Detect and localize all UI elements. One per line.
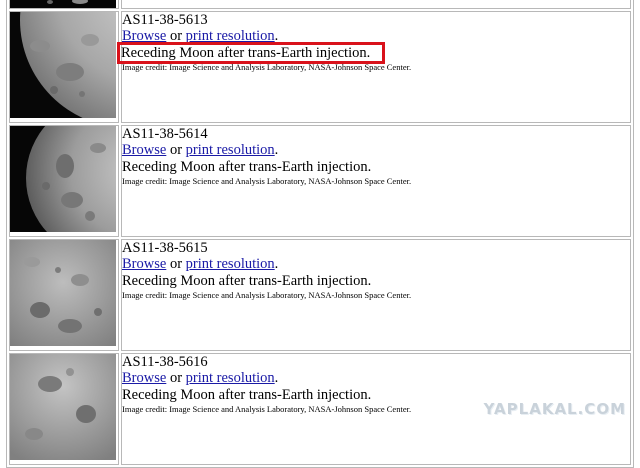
photo-caption: Receding Moon after trans-Earth injectio…	[122, 159, 372, 175]
moon-thumbnail[interactable]	[10, 0, 116, 8]
thumbnail-cell	[9, 11, 119, 123]
photo-caption-highlighted: Receding Moon after trans-Earth injectio…	[116, 42, 386, 64]
info-cell: AS11-38-5615 Browse or print resolution.…	[121, 239, 631, 351]
moon-thumbnail[interactable]	[10, 126, 116, 232]
thumbnail-cell	[9, 0, 119, 9]
browse-link[interactable]: Browse	[122, 28, 166, 44]
browse-link[interactable]: Browse	[122, 142, 166, 158]
period-text: .	[274, 256, 279, 272]
thumbnail-cell	[9, 125, 119, 237]
print-resolution-link[interactable]: print resolution	[186, 142, 275, 158]
or-text: or	[166, 256, 186, 272]
image-credit: Image credit: Image Science and Analysis…	[122, 62, 412, 72]
print-resolution-link[interactable]: print resolution	[186, 256, 275, 272]
info-cell	[121, 0, 631, 9]
table-row: AS11-38-5615 Browse or print resolution.…	[9, 239, 631, 351]
image-credit: Image credit: Image Science and Analysis…	[122, 176, 412, 186]
catalog-page: AS11-38-5613 Browse or print resolution.…	[6, 0, 634, 468]
moon-thumbnail[interactable]	[10, 12, 116, 118]
photo-catalog-table: AS11-38-5613 Browse or print resolution.…	[6, 0, 634, 468]
browse-link[interactable]: Browse	[122, 370, 166, 386]
moon-thumbnail[interactable]	[10, 354, 116, 460]
resolution-links: Browse or print resolution.	[122, 256, 630, 272]
resolution-links: Browse or print resolution.	[122, 370, 630, 386]
resolution-links: Browse or print resolution.	[122, 28, 630, 44]
photo-id: AS11-38-5613	[122, 12, 208, 28]
image-credit: Image credit: Image Science and Analysis…	[122, 290, 412, 300]
print-resolution-link[interactable]: print resolution	[186, 370, 275, 386]
thumbnail-cell	[9, 353, 119, 465]
period-text: .	[274, 142, 279, 158]
period-text: .	[274, 28, 279, 44]
thumbnail-cell	[9, 239, 119, 351]
table-row: AS11-38-5614 Browse or print resolution.…	[9, 125, 631, 237]
photo-id: AS11-38-5615	[122, 240, 208, 256]
table-row	[9, 0, 631, 9]
print-resolution-link[interactable]: print resolution	[186, 28, 275, 44]
photo-id: AS11-38-5616	[122, 354, 208, 370]
watermark-logo: YAPLAKAL.COM	[483, 400, 626, 418]
photo-caption: Receding Moon after trans-Earth injectio…	[122, 387, 372, 403]
browse-link[interactable]: Browse	[122, 256, 166, 272]
moon-thumbnail[interactable]	[10, 240, 116, 346]
or-text: or	[166, 142, 186, 158]
photo-id: AS11-38-5614	[122, 126, 208, 142]
info-cell: AS11-38-5613 Browse or print resolution.…	[116, 11, 631, 123]
resolution-links: Browse or print resolution.	[122, 142, 630, 158]
table-row: AS11-38-5613 Browse or print resolution.…	[9, 11, 631, 123]
info-cell: AS11-38-5614 Browse or print resolution.…	[121, 125, 631, 237]
or-text: or	[166, 370, 186, 386]
period-text: .	[274, 370, 279, 386]
or-text: or	[166, 28, 186, 44]
photo-caption: Receding Moon after trans-Earth injectio…	[122, 273, 372, 289]
